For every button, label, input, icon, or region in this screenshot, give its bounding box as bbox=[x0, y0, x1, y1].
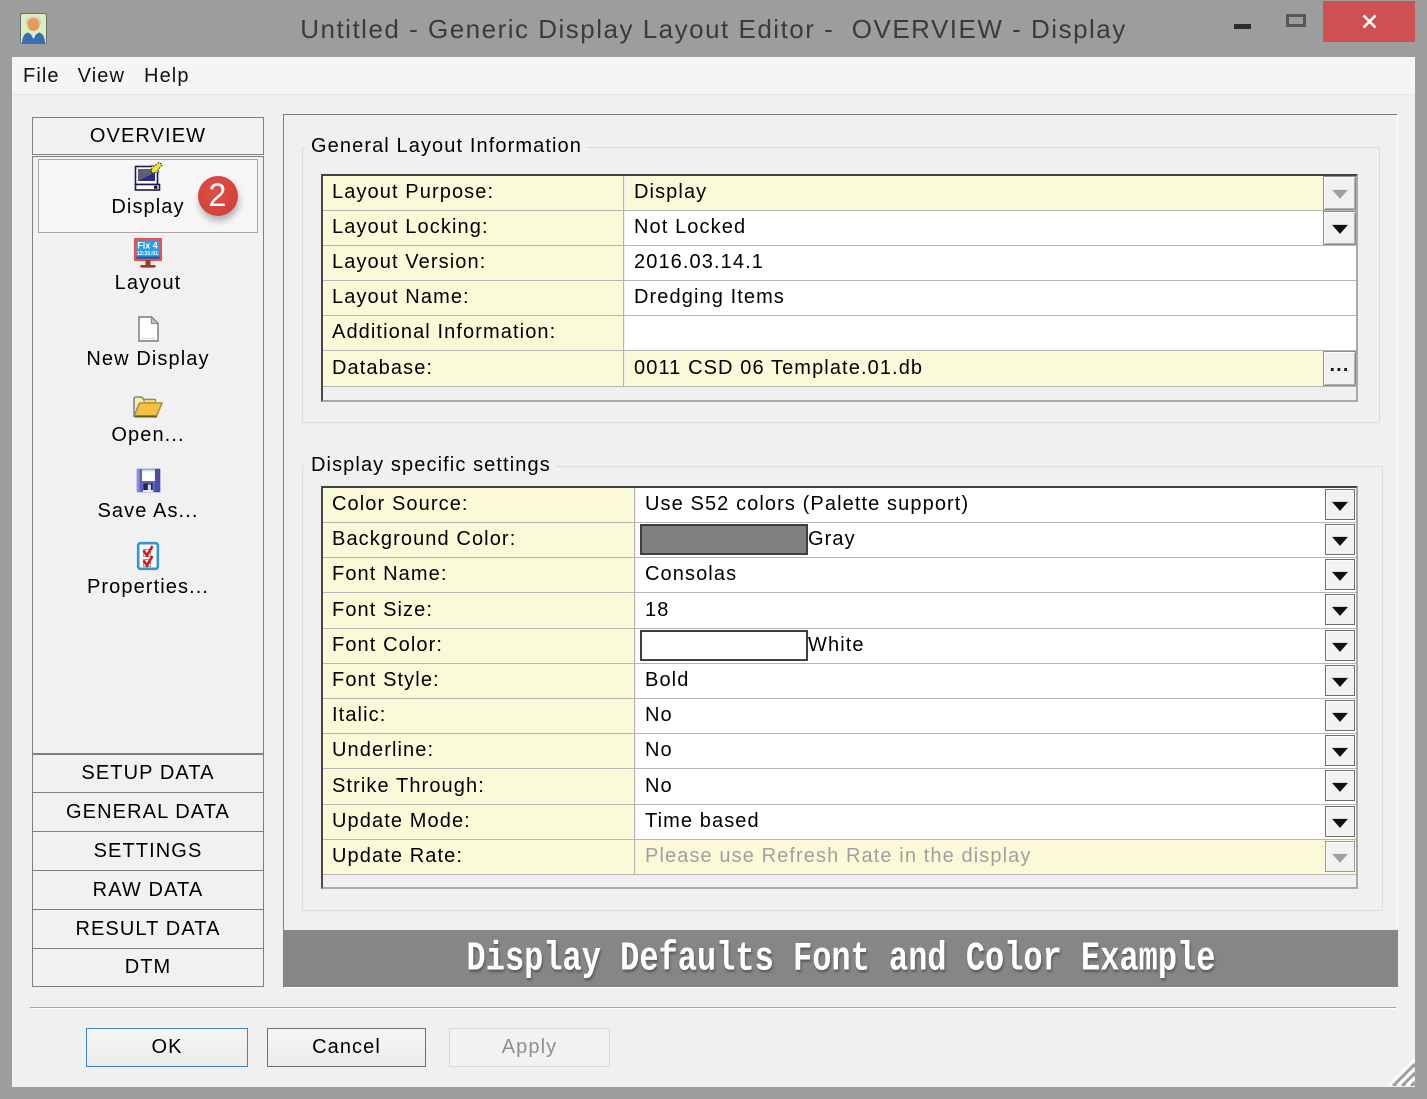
svg-text:12:31:01: 12:31:01 bbox=[137, 251, 159, 257]
svg-text:Fix 4: Fix 4 bbox=[137, 241, 158, 251]
